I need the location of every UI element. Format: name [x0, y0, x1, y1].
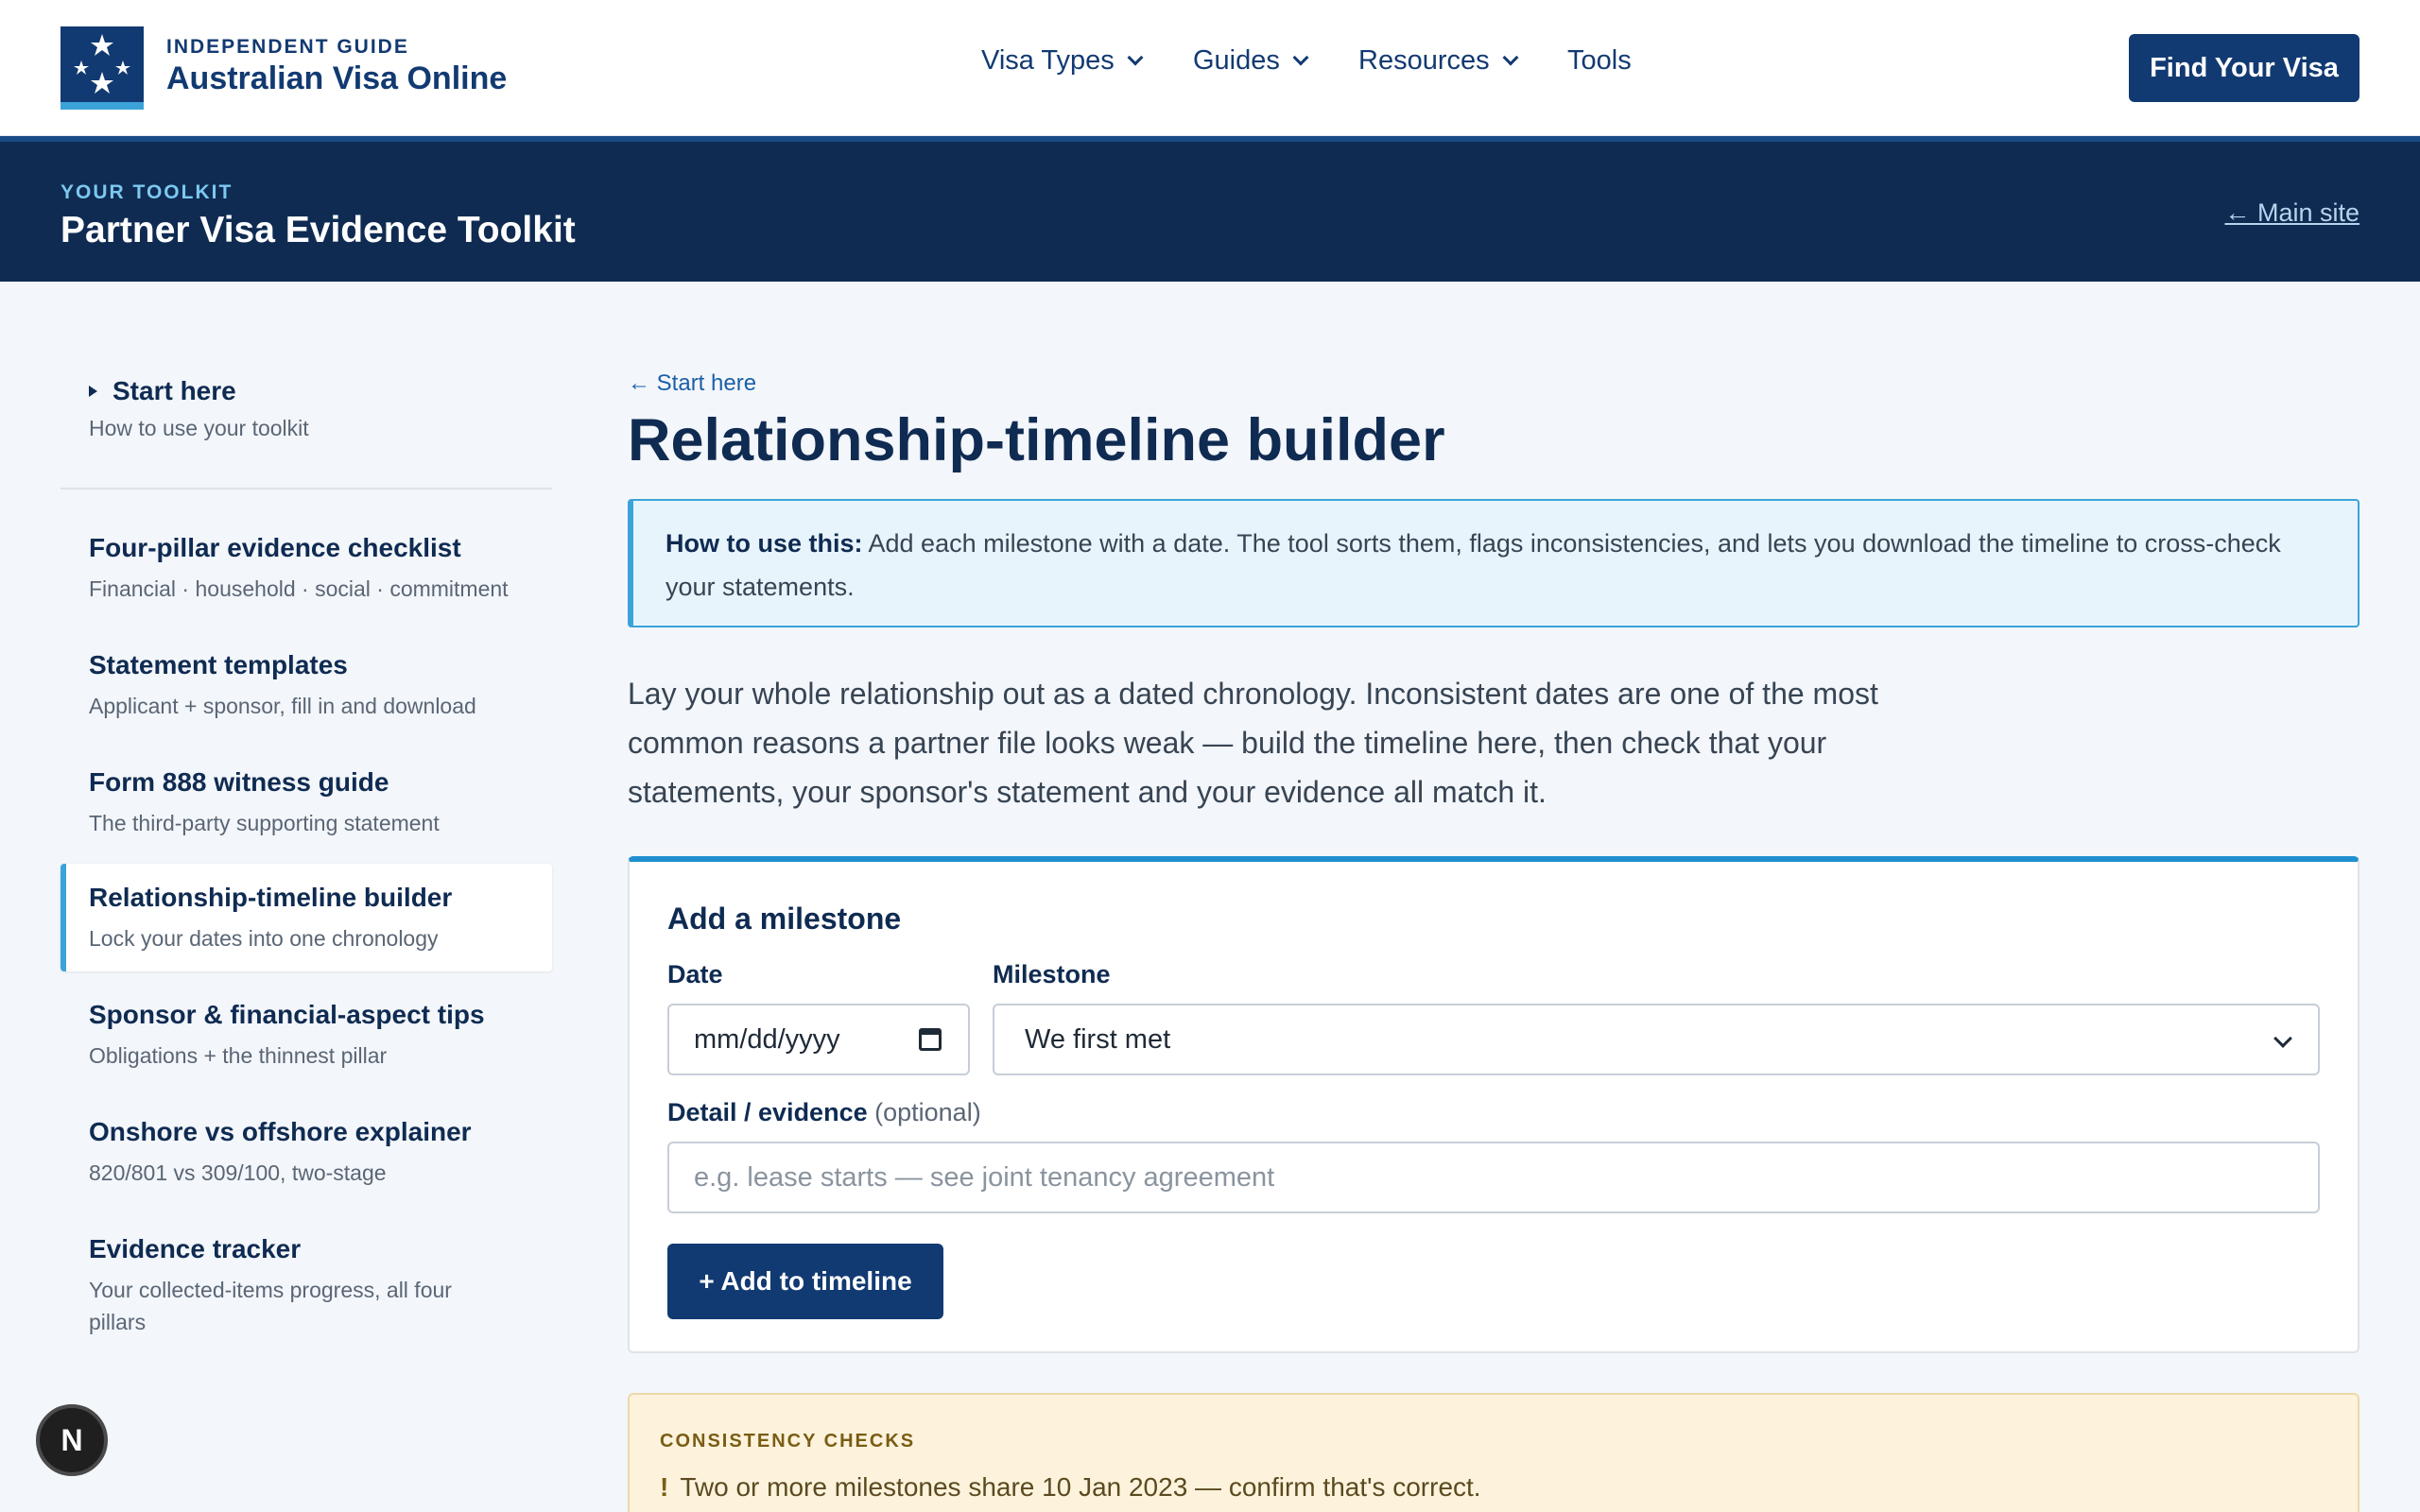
date-placeholder: mm/dd/yyyy [694, 1023, 840, 1055]
sidebar-item-sub: Obligations + the thinnest pillar [89, 1043, 388, 1068]
sidebar-item-form-888-guide[interactable]: Form 888 witness guide The third-party s… [60, 767, 552, 839]
site-header: INDEPENDENT GUIDE Australian Visa Online… [0, 0, 2420, 136]
consistency-warning: ! Two or more milestones share 10 Jan 20… [660, 1472, 1481, 1503]
detail-input[interactable]: e.g. lease starts — see joint tenancy ag… [667, 1142, 2320, 1213]
howto-text: Add each milestone with a date. The tool… [666, 529, 2281, 601]
sidebar-item-label: Sponsor & financial-aspect tips [89, 1000, 485, 1029]
nav-visa-types[interactable]: Visa Types [981, 45, 1144, 77]
toolkit-kicker: YOUR TOOLKIT [60, 181, 233, 203]
how-to-callout: How to use this: Add each milestone with… [628, 499, 2360, 627]
chevron-down-icon [1127, 49, 1144, 65]
calendar-icon[interactable] [919, 1028, 942, 1051]
detail-optional: (optional) [874, 1098, 981, 1126]
warning-text: Two or more milestones share 10 Jan 2023… [680, 1472, 1481, 1502]
sidebar-divider [60, 488, 552, 490]
page-title: Relationship-timeline builder [628, 407, 1445, 473]
consistency-checks: CONSISTENCY CHECKS ! Two or more milesto… [628, 1393, 2360, 1512]
sidebar-item-label: Four-pillar evidence checklist [89, 533, 461, 562]
howto-label: How to use this: [666, 529, 863, 558]
add-milestone-card: Add a milestone Date mm/dd/yyyy Mileston… [628, 856, 2360, 1353]
checks-kicker: CONSISTENCY CHECKS [660, 1431, 916, 1452]
main-nav: Visa Types Guides Resources Tools [0, 45, 2420, 83]
nav-label: Resources [1358, 45, 1490, 76]
sidebar-item-label: Onshore vs offshore explainer [89, 1117, 472, 1146]
caret-right-icon [89, 386, 97, 397]
floating-avatar-button[interactable]: N [36, 1404, 108, 1476]
detail-placeholder: e.g. lease starts — see joint tenancy ag… [694, 1161, 1275, 1193]
sidebar-item-sub: Lock your dates into one chronology [89, 926, 439, 951]
date-label: Date [667, 960, 723, 988]
main-site-link[interactable]: ← Main site [2224, 198, 2360, 228]
card-title: Add a milestone [667, 902, 902, 936]
sidebar-item-start-here[interactable]: Start here How to use your toolkit [89, 376, 543, 441]
sidebar-item-evidence-tracker[interactable]: Evidence tracker Your collected-items pr… [60, 1234, 533, 1338]
detail-label: Detail / evidence (optional) [667, 1098, 981, 1127]
intro-text: Lay your whole relationship out as a dat… [628, 677, 1878, 809]
sidebar-item-sub: How to use your toolkit [89, 416, 309, 440]
add-to-timeline-button[interactable]: + Add to timeline [667, 1244, 943, 1319]
sidebar-item-onshore-offshore[interactable]: Onshore vs offshore explainer 820/801 vs… [60, 1117, 552, 1189]
nav-label: Visa Types [981, 45, 1115, 76]
nav-label: Guides [1193, 45, 1280, 76]
sidebar-item-label: Form 888 witness guide [89, 767, 389, 797]
sidebar-item-label: Relationship-timeline builder [89, 883, 453, 912]
sidebar-item-sub: Applicant + sponsor, fill in and downloa… [89, 694, 476, 718]
toolkit-title: Partner Visa Evidence Toolkit [60, 210, 576, 250]
nav-resources[interactable]: Resources [1358, 45, 1519, 77]
find-your-visa-button[interactable]: Find Your Visa [2129, 34, 2360, 102]
sidebar-item-sponsor-tips[interactable]: Sponsor & financial-aspect tips Obligati… [60, 1000, 552, 1072]
nav-guides[interactable]: Guides [1193, 45, 1309, 77]
sidebar-item-sub: The third-party supporting statement [89, 811, 440, 835]
sidebar-item-sub: Your collected-items progress, all four … [89, 1278, 452, 1334]
sidebar-item-sub: 820/801 vs 309/100, two-stage [89, 1160, 387, 1185]
sidebar-item-label: Evidence tracker [89, 1234, 302, 1263]
sidebar-item-four-pillar-checklist[interactable]: Four-pillar evidence checklist Financial… [60, 533, 552, 605]
detail-label-text: Detail / evidence [667, 1098, 868, 1126]
breadcrumb-start-here[interactable]: ← Start here [628, 370, 756, 397]
warning-icon: ! [660, 1472, 669, 1502]
milestone-select[interactable]: We first met [993, 1004, 2320, 1075]
sidebar-item-timeline-builder[interactable]: Relationship-timeline builder Lock your … [60, 864, 552, 971]
sidebar-item-label: Start here [112, 376, 236, 405]
nav-tools[interactable]: Tools [1567, 45, 1632, 77]
milestone-label: Milestone [993, 960, 1111, 988]
chevron-down-icon [1502, 49, 1519, 65]
sidebar-item-statement-templates[interactable]: Statement templates Applicant + sponsor,… [60, 650, 552, 722]
sidebar-item-label: Statement templates [89, 650, 348, 679]
chevron-down-icon [1292, 49, 1309, 65]
milestone-value: We first met [1025, 1023, 1171, 1055]
chevron-down-icon [2273, 1029, 2292, 1048]
toolkit-bar: YOUR TOOLKIT Partner Visa Evidence Toolk… [0, 136, 2420, 282]
sidebar-item-sub: Financial · household · social · commitm… [89, 576, 509, 601]
date-input[interactable]: mm/dd/yyyy [667, 1004, 970, 1075]
nav-label: Tools [1567, 45, 1632, 76]
